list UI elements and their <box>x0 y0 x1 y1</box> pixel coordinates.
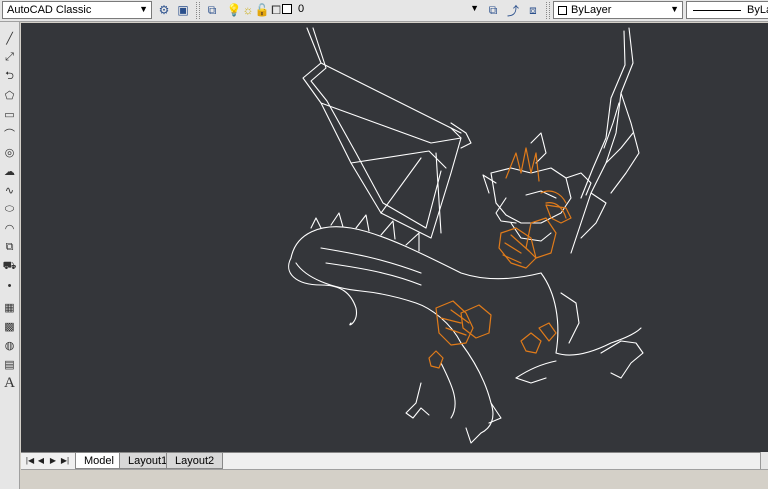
chevron-down-icon: ▼ <box>470 3 479 13</box>
autocad-window: AutoCAD Classic ▼ ⚙ ▣ ⧉ 💡 ☼ 🔓 ⧠ 0 ▼ ⧉ ⤴ … <box>0 0 768 489</box>
layer-color-swatch <box>282 4 292 14</box>
linetype-dropdown[interactable]: ByLa <box>686 1 768 19</box>
color-label: ByLayer <box>571 4 612 16</box>
last-tab-icon[interactable]: ▶| <box>60 455 70 467</box>
circle-icon[interactable]: ◎ <box>1 144 18 161</box>
workspace-icon[interactable]: ▣ <box>175 2 191 18</box>
region-icon[interactable]: ◍ <box>1 337 18 354</box>
point-icon[interactable]: • <box>1 277 18 294</box>
layer-previous-icon[interactable]: ⤴ <box>505 2 521 18</box>
body-linework <box>288 212 644 444</box>
table-icon[interactable]: ▤ <box>1 356 18 373</box>
toolbar-grip[interactable] <box>546 2 550 19</box>
color-dropdown[interactable]: ByLayer ▼ <box>553 1 683 19</box>
workspace-label: AutoCAD Classic <box>7 4 92 16</box>
make-block-icon[interactable]: ⛟ <box>1 258 18 275</box>
hatch-accents <box>428 147 572 369</box>
linetype-label: ByLa <box>747 4 768 16</box>
construction-line-icon[interactable]: ⤢ <box>1 49 18 66</box>
multiline-text-icon[interactable]: A <box>1 375 18 392</box>
first-tab-icon[interactable]: |◀ <box>25 455 35 467</box>
rectangle-icon[interactable]: ▭ <box>1 106 18 123</box>
hatch-icon[interactable]: ▦ <box>1 299 18 316</box>
model-space-canvas[interactable] <box>21 23 768 452</box>
settings-icon[interactable]: ⚙ <box>156 2 172 18</box>
spline-icon[interactable]: ∿ <box>1 182 18 199</box>
workspace-dropdown[interactable]: AutoCAD Classic ▼ <box>2 1 152 19</box>
polyline-icon[interactable]: ⮌ <box>1 68 18 85</box>
draw-toolbar: ╱ ⤢ ⮌ ⬠ ▭ ⌒ ◎ ☁ ∿ ⬭ ◠ ⧉ ⛟ • ▦ ▩ ◍ ▤ A <box>0 22 20 489</box>
top-toolbar: AutoCAD Classic ▼ ⚙ ▣ ⧉ 💡 ☼ 🔓 ⧠ 0 ▼ ⧉ ⤴ … <box>0 0 768 22</box>
prev-tab-icon[interactable]: ◀ <box>36 455 46 467</box>
color-swatch <box>558 6 567 15</box>
right-wing-linework <box>570 27 640 254</box>
dragon-drawing <box>288 27 644 444</box>
layout-tab-bar: |◀ ◀ ▶ ▶| Model Layout1 Layout2 <box>21 452 768 469</box>
line-icon[interactable]: ╱ <box>1 30 18 47</box>
layer-dropdown[interactable]: 0 ▼ <box>282 1 482 19</box>
head-linework <box>482 132 592 242</box>
status-strip <box>21 469 768 489</box>
polygon-icon[interactable]: ⬠ <box>1 87 18 104</box>
tab-model[interactable]: Model <box>75 453 123 469</box>
layer-state-icon[interactable]: ⧈ <box>525 2 541 18</box>
toolbar-grip[interactable] <box>196 2 200 19</box>
linetype-preview <box>693 10 741 11</box>
tab-layout2[interactable]: Layout2 <box>166 453 224 469</box>
horizontal-scrollbar[interactable] <box>760 452 768 469</box>
left-wing-linework <box>302 27 472 239</box>
make-current-icon[interactable]: ⧉ <box>485 2 501 18</box>
chevron-down-icon: ▼ <box>139 4 148 14</box>
gradient-icon[interactable]: ▩ <box>1 318 18 335</box>
insert-block-icon[interactable]: ⧉ <box>1 239 18 256</box>
revision-cloud-icon[interactable]: ☁ <box>1 163 18 180</box>
next-tab-icon[interactable]: ▶ <box>48 455 58 467</box>
chevron-down-icon: ▼ <box>670 4 679 14</box>
layer-name: 0 <box>298 3 305 15</box>
ellipse-icon[interactable]: ⬭ <box>1 201 18 218</box>
layer-manager-icon[interactable]: ⧉ <box>204 2 220 18</box>
arc-icon[interactable]: ⌒ <box>1 125 18 142</box>
ellipse-arc-icon[interactable]: ◠ <box>1 220 18 237</box>
